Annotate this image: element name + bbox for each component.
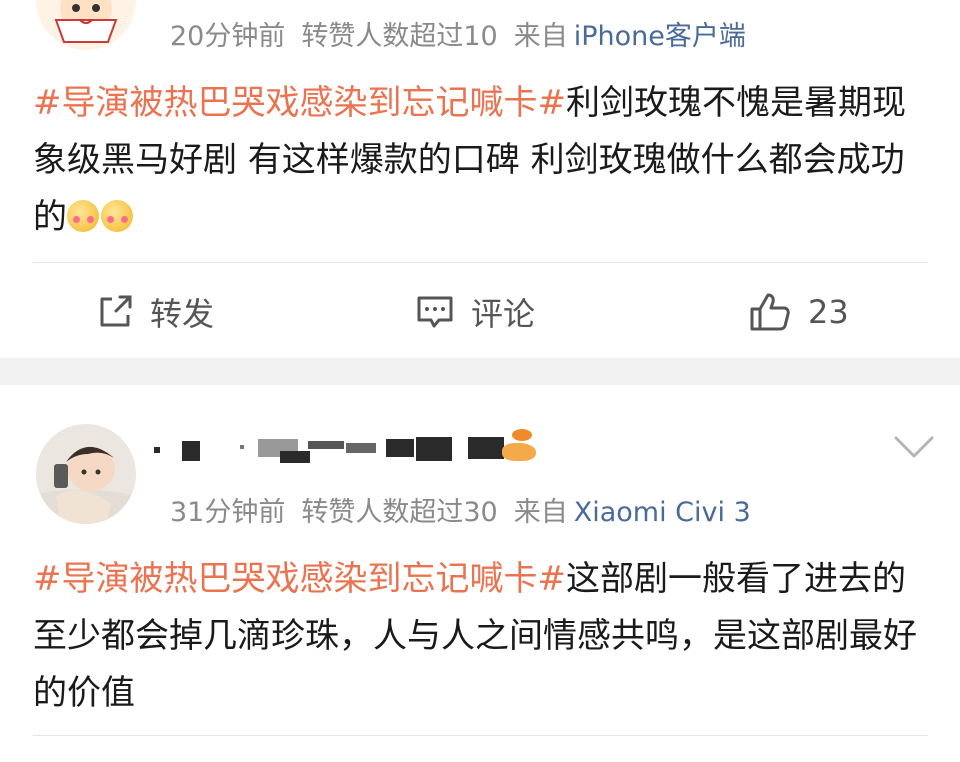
post-time: 31分钟前 (170, 497, 286, 528)
chevron-down-icon[interactable] (892, 432, 936, 462)
post-time: 20分钟前 (170, 21, 286, 52)
repost-button[interactable]: 转发 (96, 288, 214, 336)
post-content: #导演被热巴哭戏感染到忘记喊卡#这部剧一般看了进去的至少都会掉几滴珍珠，人与人之… (33, 551, 933, 722)
comment-button[interactable]: 评论 (415, 288, 535, 336)
post-content: #导演被热巴哭戏感染到忘记喊卡#利剑玫瑰不愧是暑期现象级黑马好剧 有这样爆款的口… (33, 75, 933, 246)
post-meta: 31分钟前 转赞人数超过30 来自 Xiaomi Civi 3 (170, 490, 751, 529)
avatar-cartoon-image (36, 0, 136, 50)
comment-label: 评论 (471, 295, 536, 333)
blush-heart-emoji (101, 200, 133, 232)
repost-label: 转发 (150, 295, 215, 333)
avatar[interactable] (36, 424, 136, 524)
blush-heart-emoji (67, 200, 99, 232)
like-button[interactable]: 23 (748, 288, 849, 336)
comment-icon (417, 296, 453, 328)
repost-icon (100, 295, 132, 327)
post-card-1: 20分钟前 转赞人数超过10 来自 iPhone客户端 #导演被热巴哭戏感染到忘记喊卡… (0, 0, 960, 358)
avatar-child-image (36, 424, 136, 524)
repost-count-text: 转赞人数超过10 (301, 21, 498, 52)
source-prefix: 来自 (513, 497, 568, 528)
divider (33, 262, 928, 263)
like-count: 23 (808, 293, 849, 331)
avatar[interactable] (36, 0, 136, 50)
like-icon (750, 293, 790, 331)
source-link[interactable]: Xiaomi Civi 3 (574, 497, 751, 528)
feed-separator (0, 358, 960, 385)
hashtag-link[interactable]: #导演被热巴哭戏感染到忘记喊卡# (33, 559, 566, 599)
repost-count-text: 转赞人数超过30 (301, 497, 498, 528)
source-prefix: 来自 (513, 21, 568, 52)
source-link[interactable]: iPhone客户端 (574, 21, 746, 52)
post-card-2: 31分钟前 转赞人数超过30 来自 Xiaomi Civi 3 #导演被热巴哭戏感染到… (0, 385, 960, 762)
hashtag-link[interactable]: #导演被热巴哭戏感染到忘记喊卡# (33, 83, 566, 123)
post-meta: 20分钟前 转赞人数超过10 来自 iPhone客户端 (170, 14, 746, 53)
divider (33, 735, 928, 736)
username-redacted[interactable] (150, 429, 560, 465)
